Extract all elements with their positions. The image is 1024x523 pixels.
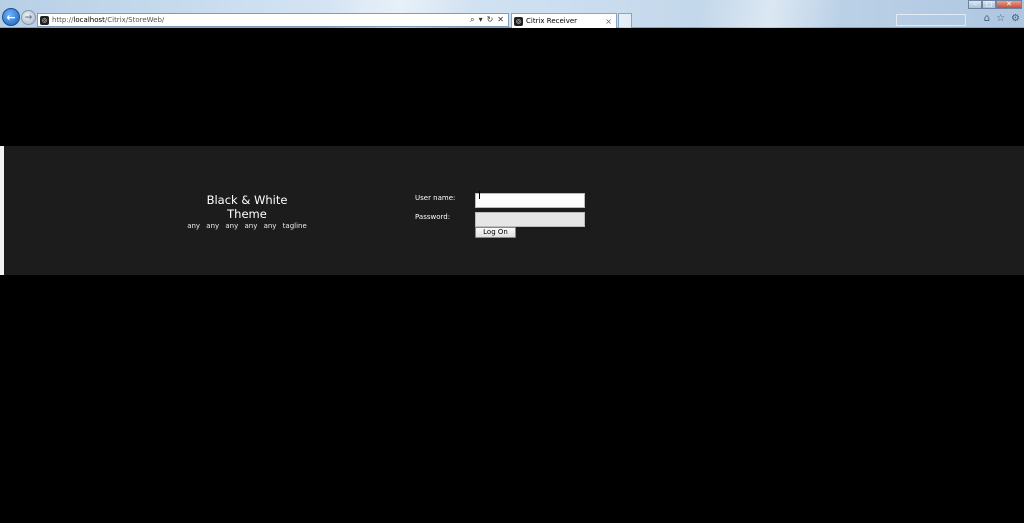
citrix-favicon-icon: ◎ — [514, 16, 523, 26]
url-host: localhost — [73, 16, 105, 24]
browser-chrome: ← → ◎ http://localhost/Citrix/StoreWeb/ … — [0, 0, 1024, 28]
url-scheme: http:// — [52, 16, 74, 24]
password-label: Password: — [415, 213, 451, 221]
minimize-button[interactable]: – — [968, 0, 982, 9]
home-icon[interactable]: ⌂ — [984, 13, 990, 24]
back-arrow-icon: ← — [6, 10, 16, 24]
login-band: Black & White Theme any any any any any … — [0, 146, 1024, 275]
stop-icon[interactable]: ✕ — [497, 15, 504, 25]
address-url[interactable]: http://localhost/Citrix/StoreWeb/ — [52, 16, 470, 24]
username-label: User name: — [415, 194, 456, 202]
text-caret — [479, 191, 480, 199]
refresh-icon[interactable]: ↻ — [487, 15, 494, 25]
search-icon[interactable]: ⌕ — [470, 15, 474, 25]
username-row: User name: — [415, 188, 585, 208]
url-path: /Citrix/StoreWeb/ — [104, 16, 165, 24]
chrome-decoration — [700, 0, 840, 28]
brand-title: Black & White Theme — [206, 193, 288, 221]
password-field-wrap — [475, 207, 585, 227]
address-bar[interactable]: ◎ http://localhost/Citrix/StoreWeb/ ⌕ ▾ … — [37, 13, 509, 27]
new-tab-button[interactable] — [618, 13, 632, 28]
page-content: Black & White Theme any any any any any … — [0, 29, 1024, 523]
forward-button[interactable]: → — [21, 10, 36, 25]
back-button[interactable]: ← — [2, 8, 20, 26]
maximize-button[interactable]: □ — [982, 0, 996, 9]
tab-title: Citrix Receiver — [526, 17, 578, 25]
favorites-star-icon[interactable]: ☆ — [996, 13, 1005, 24]
close-window-button[interactable]: ✕ — [996, 0, 1022, 9]
username-field-wrap — [475, 188, 585, 208]
settings-gear-icon[interactable]: ⚙ — [1011, 13, 1020, 24]
address-tools: ⌕ ▾ ↻ ✕ — [470, 15, 508, 25]
brand-block: Black & White Theme any any any any any … — [187, 193, 307, 230]
tab-citrix-receiver[interactable]: ◎ Citrix Receiver × — [511, 13, 617, 28]
command-icons: ⌂ ☆ ⚙ — [984, 13, 1020, 24]
logon-button[interactable]: Log On — [475, 227, 516, 238]
password-row: Password: — [415, 207, 585, 227]
username-field[interactable] — [475, 193, 585, 208]
citrix-favicon-icon: ◎ — [40, 15, 49, 25]
forward-arrow-icon: → — [24, 12, 33, 23]
password-field[interactable] — [475, 212, 585, 227]
faint-search-box — [896, 14, 966, 26]
brand-tagline: any any any any any tagline — [187, 222, 307, 230]
dropdown-icon[interactable]: ▾ — [479, 15, 483, 25]
window-controls: – □ ✕ — [968, 0, 1022, 9]
tab-close-icon[interactable]: × — [605, 17, 616, 26]
